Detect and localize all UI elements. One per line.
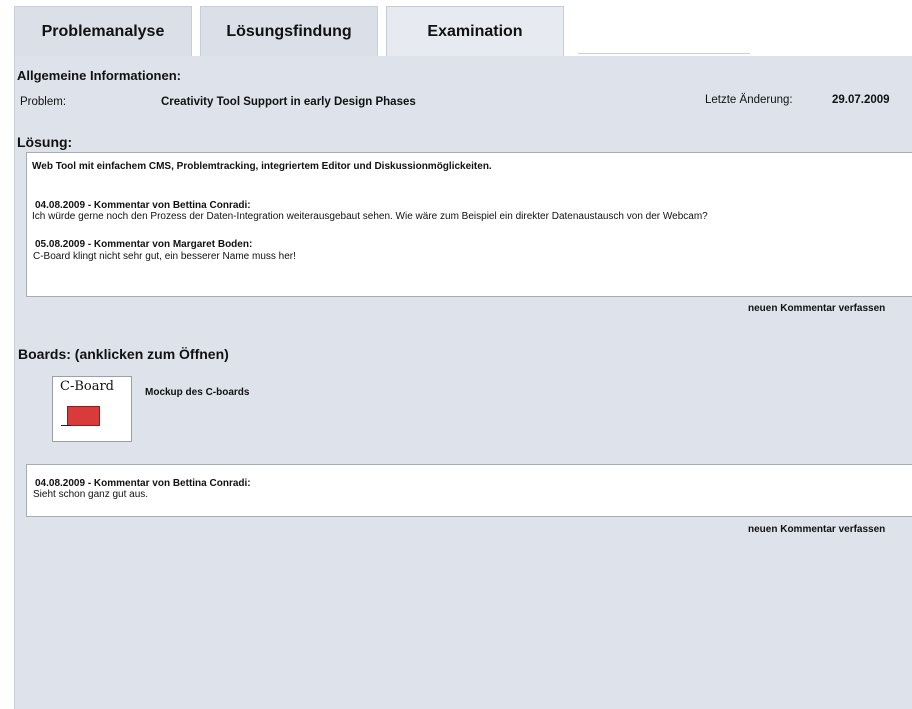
info-heading: Allgemeine Informationen: bbox=[17, 68, 181, 83]
new-comment-link[interactable]: neuen Kommentar verfassen bbox=[748, 524, 885, 535]
board-thumbnail-text: C-Board bbox=[60, 379, 115, 394]
tab-loesungsfindung[interactable]: Lösungsfindung bbox=[200, 6, 378, 56]
problem-label: Problem: bbox=[20, 96, 67, 108]
comment-body: Ich würde gerne noch den Prozess der Dat… bbox=[32, 211, 708, 222]
board-thumbnail[interactable]: C-Board bbox=[52, 376, 132, 442]
solution-box: Web Tool mit einfachem CMS, Problemtrack… bbox=[26, 152, 912, 297]
problem-value: Creativity Tool Support in early Design … bbox=[161, 96, 416, 108]
examination-panel: Allgemeine Informationen: Problem: Creat… bbox=[14, 56, 912, 709]
comment-header: 04.08.2009 - Kommentar von Bettina Conra… bbox=[35, 478, 251, 489]
comment-header: 04.08.2009 - Kommentar von Bettina Conra… bbox=[35, 200, 251, 211]
comment-header: 05.08.2009 - Kommentar von Margaret Bode… bbox=[35, 239, 253, 250]
comment-body: Sieht schon ganz gut aus. bbox=[33, 489, 149, 500]
tab-problemanalyse[interactable]: Problemanalyse bbox=[14, 6, 192, 56]
last-change-value: 29.07.2009 bbox=[832, 94, 890, 106]
tab-divider bbox=[578, 53, 750, 54]
board-sketch-line bbox=[61, 425, 71, 426]
new-comment-link[interactable]: neuen Kommentar verfassen bbox=[748, 303, 885, 314]
solution-text: Web Tool mit einfachem CMS, Problemtrack… bbox=[32, 161, 492, 172]
boards-heading: Boards: (anklicken zum Öffnen) bbox=[18, 346, 229, 362]
board-link[interactable]: Mockup des C-boards bbox=[145, 387, 249, 398]
comment-body: C-Board klingt nicht sehr gut, ein besse… bbox=[33, 251, 296, 262]
board-sketch-rect bbox=[67, 406, 100, 426]
board-comment-box: 04.08.2009 - Kommentar von Bettina Conra… bbox=[26, 464, 912, 517]
solution-heading: Lösung: bbox=[17, 134, 73, 150]
last-change-label: Letzte Änderung: bbox=[705, 94, 793, 106]
tab-bar: Problemanalyse Lösungsfindung Examinatio… bbox=[0, 0, 912, 56]
tab-examination[interactable]: Examination bbox=[386, 6, 564, 56]
